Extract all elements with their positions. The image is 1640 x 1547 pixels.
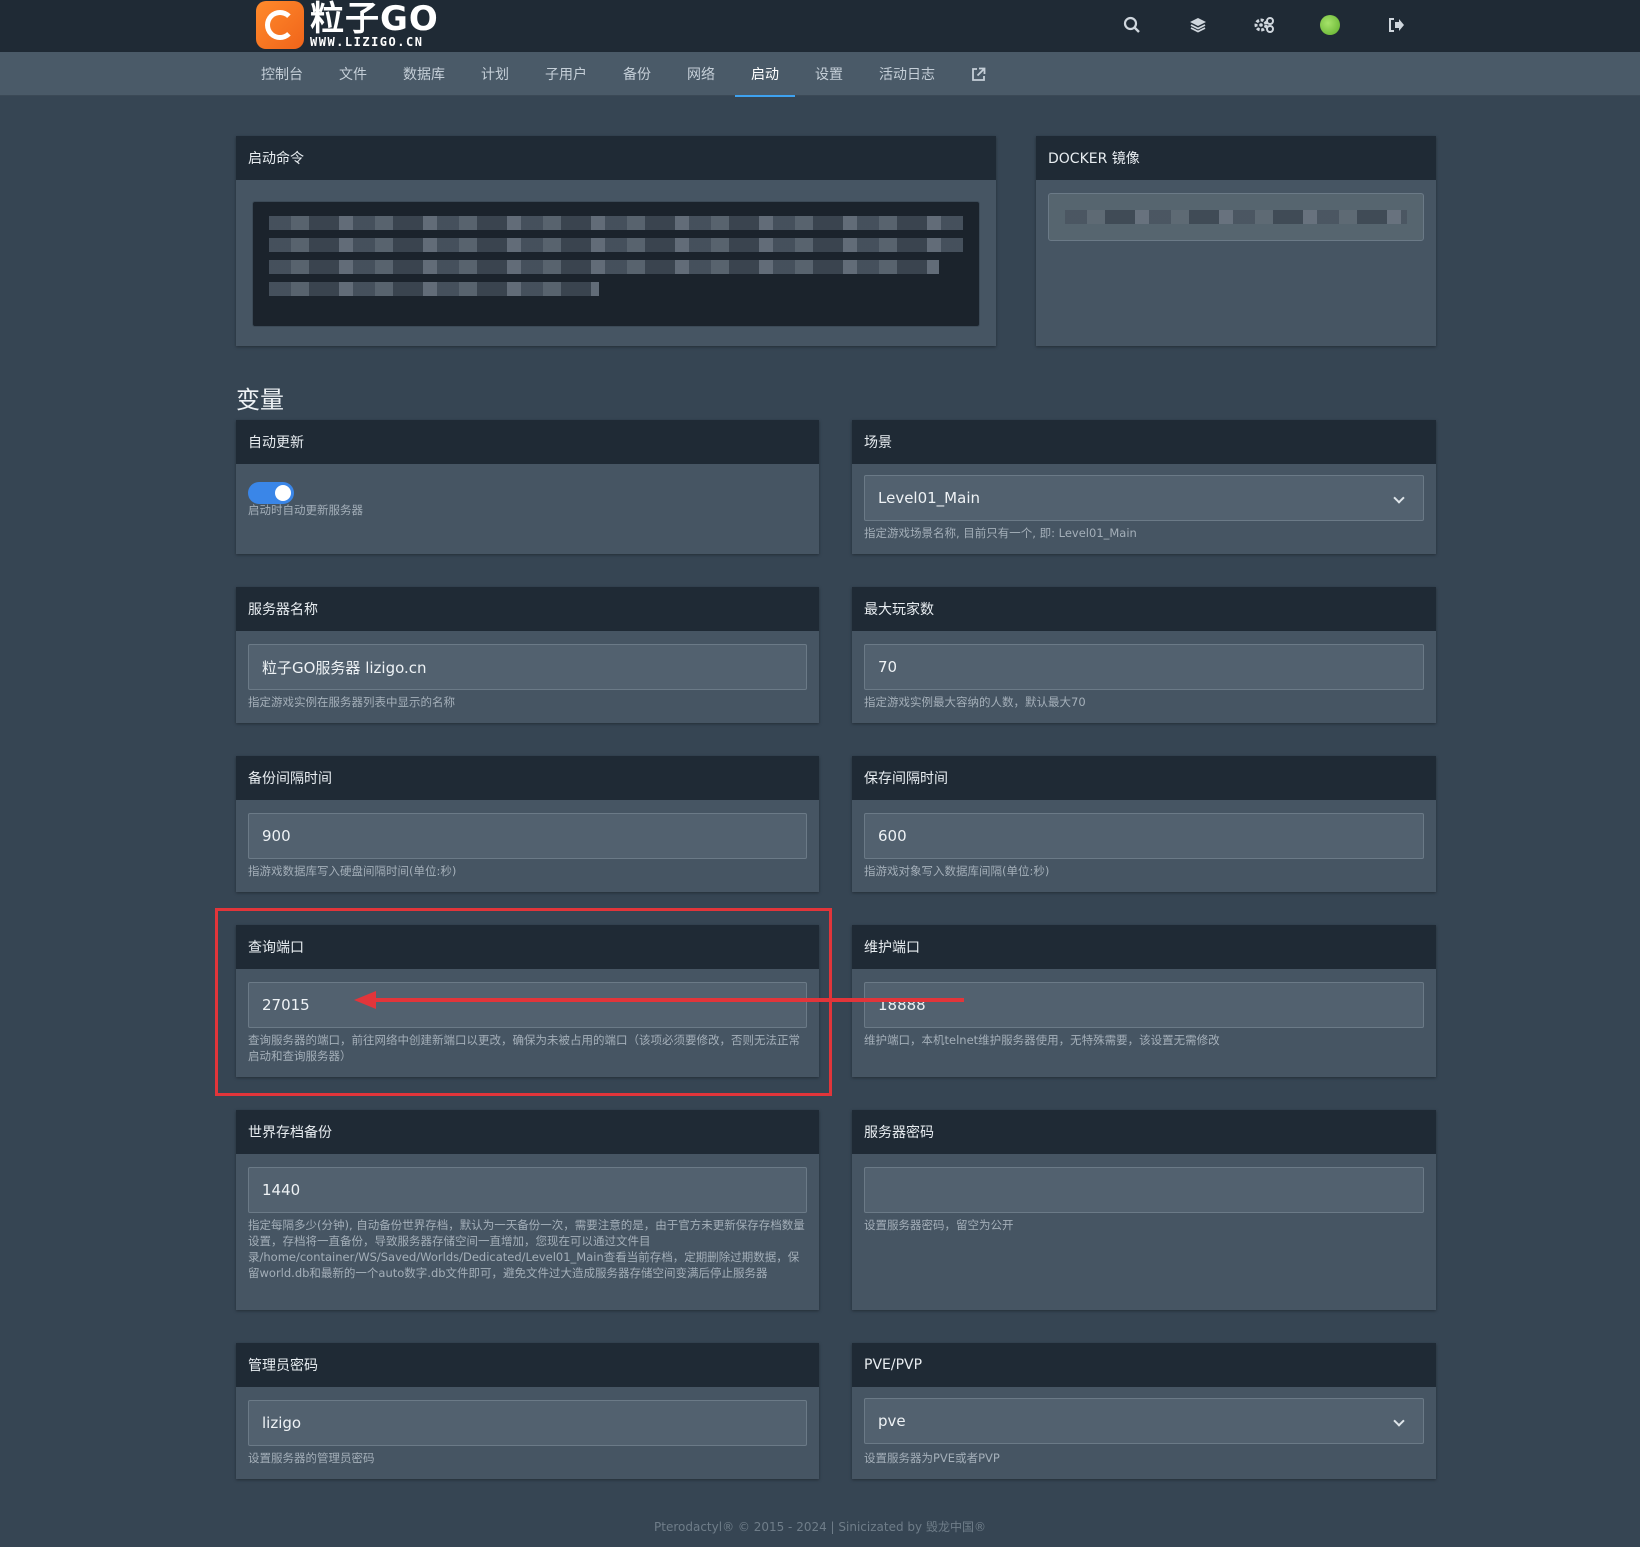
- auto-update-toggle[interactable]: [248, 482, 294, 504]
- brand-title: 粒子GO: [310, 0, 439, 39]
- tab-files[interactable]: 文件: [323, 52, 383, 96]
- backup-interval-input[interactable]: 900: [248, 813, 807, 859]
- maintenance-port-title: 维护端口: [852, 925, 1436, 969]
- admin-password-help: 设置服务器的管理员密码: [248, 1451, 375, 1465]
- brand-logo[interactable]: 粒子GO WWW.LIZIGO.CN: [256, 0, 439, 50]
- world-backup-card: 世界存档备份 1440 指定每隔多少(分钟), 自动备份世界存档，默认为一天备份…: [236, 1110, 819, 1310]
- tab-databases[interactable]: 数据库: [387, 52, 461, 96]
- server-password-help: 设置服务器密码，留空为公开: [864, 1218, 1014, 1232]
- brand-subtitle: WWW.LIZIGO.CN: [310, 34, 424, 49]
- startup-command-title: 启动命令: [236, 136, 996, 180]
- top-bar: 粒子GO WWW.LIZIGO.CN: [0, 0, 1640, 52]
- brand-icon: [256, 1, 304, 49]
- search-icon[interactable]: [1118, 11, 1146, 39]
- tab-network[interactable]: 网络: [671, 52, 731, 96]
- highlight-annotation: [215, 908, 832, 1096]
- save-interval-help: 指游戏对象写入数据库间隔(单位:秒): [864, 864, 1050, 878]
- auto-update-title: 自动更新: [236, 420, 819, 464]
- maintenance-port-input[interactable]: 18888: [864, 982, 1424, 1028]
- pve-pvp-help: 设置服务器为PVE或者PVP: [864, 1451, 1000, 1465]
- footer: Pterodactyl® © 2015 - 2024 | Sinicizated…: [654, 1520, 986, 1534]
- world-backup-help: 指定每隔多少(分钟), 自动备份世界存档，默认为一天备份一次，需要注意的是，由于…: [248, 1218, 805, 1280]
- world-backup-title: 世界存档备份: [236, 1110, 819, 1154]
- backup-interval-card: 备份间隔时间 900 指游戏数据库写入硬盘间隔时间(单位:秒): [236, 756, 819, 892]
- server-password-title: 服务器密码: [852, 1110, 1436, 1154]
- backup-interval-help: 指游戏数据库写入硬盘间隔时间(单位:秒): [248, 864, 457, 878]
- tab-console[interactable]: 控制台: [245, 52, 319, 96]
- pve-pvp-card: PVE/PVP pve 设置服务器为PVE或者PVP: [852, 1343, 1436, 1479]
- server-name-title: 服务器名称: [236, 587, 819, 631]
- server-password-input[interactable]: [864, 1167, 1424, 1213]
- avatar[interactable]: [1316, 11, 1344, 39]
- save-interval-title: 保存间隔时间: [852, 756, 1436, 800]
- scene-help: 指定游戏场景名称, 目前只有一个, 即: Level01_Main: [864, 526, 1137, 540]
- docker-image-title: DOCKER 镜像: [1036, 136, 1436, 180]
- max-players-input[interactable]: 70: [864, 644, 1424, 690]
- pve-pvp-select[interactable]: pve: [864, 1398, 1424, 1444]
- admin-password-card: 管理员密码 lizigo 设置服务器的管理员密码: [236, 1343, 819, 1479]
- arrow-annotation: [370, 998, 964, 1002]
- auto-update-card: 自动更新 启动时自动更新服务器: [236, 420, 819, 554]
- docker-image-card: DOCKER 镜像: [1036, 136, 1436, 346]
- tab-schedules[interactable]: 计划: [465, 52, 525, 96]
- server-password-card: 服务器密码 设置服务器密码，留空为公开: [852, 1110, 1436, 1310]
- variables-heading: 变量: [236, 386, 284, 414]
- scene-title: 场景: [852, 420, 1436, 464]
- tab-settings[interactable]: 设置: [799, 52, 859, 96]
- server-name-card: 服务器名称 粒子GO服务器 lizigo.cn 指定游戏实例在服务器列表中显示的…: [236, 587, 819, 723]
- logout-icon[interactable]: [1382, 11, 1410, 39]
- gears-icon[interactable]: [1250, 11, 1278, 39]
- scene-select[interactable]: Level01_Main: [864, 475, 1424, 521]
- tab-activity[interactable]: 活动日志: [863, 52, 951, 96]
- server-name-input[interactable]: 粒子GO服务器 lizigo.cn: [248, 644, 807, 690]
- arrow-head-icon: [354, 991, 376, 1009]
- startup-command-card: 启动命令: [236, 136, 996, 346]
- layers-icon[interactable]: [1184, 11, 1212, 39]
- server-name-help: 指定游戏实例在服务器列表中显示的名称: [248, 695, 455, 709]
- tab-users[interactable]: 子用户: [529, 52, 603, 96]
- pve-pvp-title: PVE/PVP: [852, 1343, 1436, 1387]
- startup-command-display: [252, 201, 980, 327]
- max-players-title: 最大玩家数: [852, 587, 1436, 631]
- scene-card: 场景 Level01_Main 指定游戏场景名称, 目前只有一个, 即: Lev…: [852, 420, 1436, 554]
- admin-password-title: 管理员密码: [236, 1343, 819, 1387]
- external-link-icon[interactable]: [955, 52, 1002, 96]
- auto-update-help: 启动时自动更新服务器: [248, 503, 363, 517]
- server-nav: 控制台 文件 数据库 计划 子用户 备份 网络 启动 设置 活动日志: [0, 52, 1640, 97]
- backup-interval-title: 备份间隔时间: [236, 756, 819, 800]
- world-backup-input[interactable]: 1440: [248, 1167, 807, 1213]
- save-interval-input[interactable]: 600: [864, 813, 1424, 859]
- tab-startup[interactable]: 启动: [735, 52, 795, 97]
- save-interval-card: 保存间隔时间 600 指游戏对象写入数据库间隔(单位:秒): [852, 756, 1436, 892]
- max-players-card: 最大玩家数 70 指定游戏实例最大容纳的人数，默认最大70: [852, 587, 1436, 723]
- max-players-help: 指定游戏实例最大容纳的人数，默认最大70: [864, 695, 1086, 709]
- docker-image-select[interactable]: [1048, 193, 1424, 241]
- admin-password-input[interactable]: lizigo: [248, 1400, 807, 1446]
- tab-backups[interactable]: 备份: [607, 52, 667, 96]
- maintenance-port-help: 维护端口，本机telnet维护服务器使用，无特殊需要，该设置无需修改: [864, 1033, 1220, 1047]
